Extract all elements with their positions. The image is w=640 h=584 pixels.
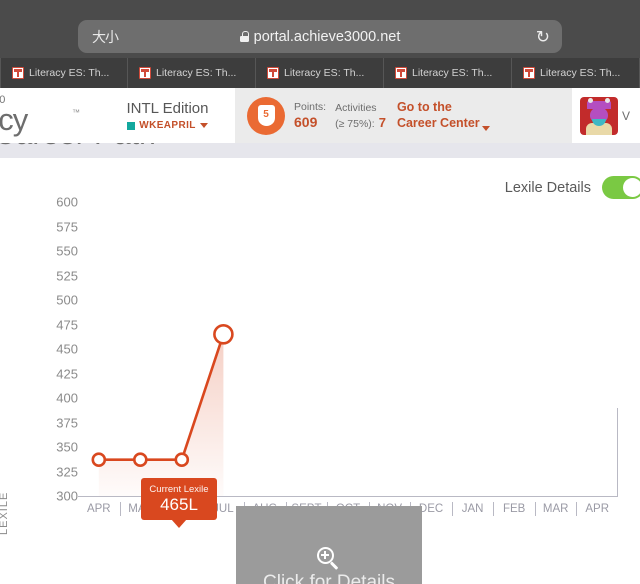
logo-main-text: acy: [0, 102, 28, 137]
chart-point[interactable]: [174, 452, 190, 468]
x-tick-separator: [534, 502, 536, 516]
y-tick-label: 300: [56, 488, 78, 504]
tab-title: Literacy ES: Th...: [412, 67, 493, 79]
url-display[interactable]: portal.achieve3000.net: [78, 29, 562, 45]
class-name: WKEAPRIL: [139, 120, 196, 131]
literacy-favicon: [139, 67, 151, 79]
right-axis-line: [617, 408, 618, 497]
chevron-down-icon: [199, 123, 208, 128]
edition-title: INTL Edition: [126, 100, 209, 117]
user-menu[interactable]: V: [572, 88, 640, 143]
career-link-line2: Career Center: [396, 115, 480, 130]
browser-tab[interactable]: Literacy ES: Th...: [0, 58, 128, 88]
y-tick-label: 600: [56, 194, 78, 210]
activities-threshold: (≥ 75%):: [335, 117, 375, 130]
chart-point[interactable]: [132, 452, 148, 468]
literacy-favicon: [267, 67, 279, 79]
tab-title: Literacy ES: Th...: [29, 67, 110, 79]
text-size-button[interactable]: 大小: [92, 30, 119, 44]
y-tick-label: 325: [56, 464, 78, 479]
browser-tab[interactable]: Literacy ES: Th...: [128, 58, 256, 88]
level-badge[interactable]: 5: [247, 96, 285, 135]
chart-area-fill: [98, 334, 224, 496]
literacy-favicon: [12, 67, 24, 79]
y-tick-label: 550: [56, 243, 78, 259]
activities-stat: Activities (≥ 75%): 7: [335, 102, 386, 130]
y-tick-label: 450: [56, 341, 78, 357]
x-tick-label: DEC: [418, 503, 444, 515]
class-selector[interactable]: WKEAPRIL: [127, 120, 208, 131]
y-tick-label: 400: [56, 390, 78, 406]
y-tick-label: 375: [56, 415, 78, 430]
y-tick-label: 425: [56, 366, 78, 381]
app-header: 000 acy ™ INTL Edition WKEAPRIL 5 Points…: [0, 88, 640, 143]
click-for-details-overlay[interactable]: Click for Details: [236, 506, 422, 584]
chart-panel: Lexile Details LEXILE 600 575 550 525 500 475…: [0, 158, 640, 584]
address-bar[interactable]: 大小 portal.achieve3000.net ↻: [78, 20, 562, 53]
chart-svg: [91, 324, 234, 496]
lock-icon: [239, 31, 249, 42]
stats-panel: 5 Points: 609 Activities (≥ 75%): 7 Go t…: [235, 88, 572, 143]
x-tick-separator: [576, 502, 578, 516]
browser-tab[interactable]: Literacy ES: Th...: [256, 58, 384, 88]
x-tick-label: APR: [585, 503, 610, 515]
tab-title: Literacy ES: Th...: [284, 67, 365, 79]
x-tick-label: APR: [86, 503, 111, 515]
y-tick-label: 475: [56, 317, 78, 332]
x-tick-label: MAR: [542, 503, 569, 515]
chevron-down-icon: [481, 126, 490, 132]
activities-value: 7: [378, 114, 386, 130]
logo-trademark: ™: [72, 108, 80, 117]
activities-threshold-row: (≥ 75%): 7: [335, 115, 386, 130]
browser-tab[interactable]: Literacy ES: Th...: [512, 58, 640, 88]
tooltip-value: 465L: [160, 494, 198, 514]
tab-strip: Literacy ES: Th... Literacy ES: Th... Li…: [0, 58, 640, 88]
tab-title: Literacy ES: Th...: [156, 67, 237, 79]
chart-point[interactable]: [91, 452, 107, 468]
points-value: 609: [294, 114, 318, 130]
x-tick-label: JAN: [461, 503, 484, 515]
browser-tab[interactable]: Literacy ES: Th...: [384, 58, 512, 88]
career-link-line2-row: Career Center: [397, 116, 490, 132]
x-tick-separator: [451, 502, 453, 516]
lexile-line-chart: LEXILE 600 575 550 525 500 475 450 425 400 375 350…: [0, 158, 640, 584]
tab-title: Literacy ES: Th...: [540, 67, 621, 79]
reload-icon[interactable]: ↻: [536, 28, 550, 45]
avatar[interactable]: [580, 96, 618, 135]
browser-chrome: 大小 portal.achieve3000.net ↻: [0, 0, 640, 58]
points-label: Points:: [294, 101, 327, 113]
x-tick-label: FEB: [502, 503, 526, 515]
edition-selector[interactable]: INTL Edition WKEAPRIL: [100, 88, 235, 143]
site-logo[interactable]: 000 acy ™: [0, 88, 100, 143]
tooltip-label: Current Lexile: [149, 483, 209, 495]
points-stat: Points: 609: [294, 101, 326, 130]
x-tick-separator: [493, 502, 495, 516]
class-color-swatch: [127, 121, 136, 130]
click-for-details-label: Click for Details: [263, 571, 395, 584]
avatar-name: V: [622, 108, 631, 123]
magnifier-plus-icon: [317, 546, 341, 571]
literacy-favicon: [523, 67, 535, 79]
chart-plot-area: [86, 202, 617, 496]
current-lexile-tooltip: Current Lexile 465L: [141, 478, 217, 520]
y-tick-label: 575: [56, 219, 78, 234]
career-link-line1: Go to the: [396, 99, 452, 114]
shield-icon: 5: [257, 105, 275, 126]
chart-point-current[interactable]: [213, 324, 234, 345]
y-tick-label: 350: [56, 439, 78, 455]
y-tick-label: 500: [56, 292, 78, 308]
y-axis-ticks: 600 575 550 525 500 475 450 425 400 375 350 325 300: [44, 195, 78, 504]
x-tick-separator: [119, 502, 121, 516]
activities-label: Activities: [335, 101, 377, 114]
url-text: portal.achieve3000.net: [253, 28, 401, 45]
career-center-link[interactable]: Go to the Career Center: [396, 99, 490, 132]
y-tick-label: 525: [56, 268, 78, 283]
literacy-favicon: [395, 67, 407, 79]
